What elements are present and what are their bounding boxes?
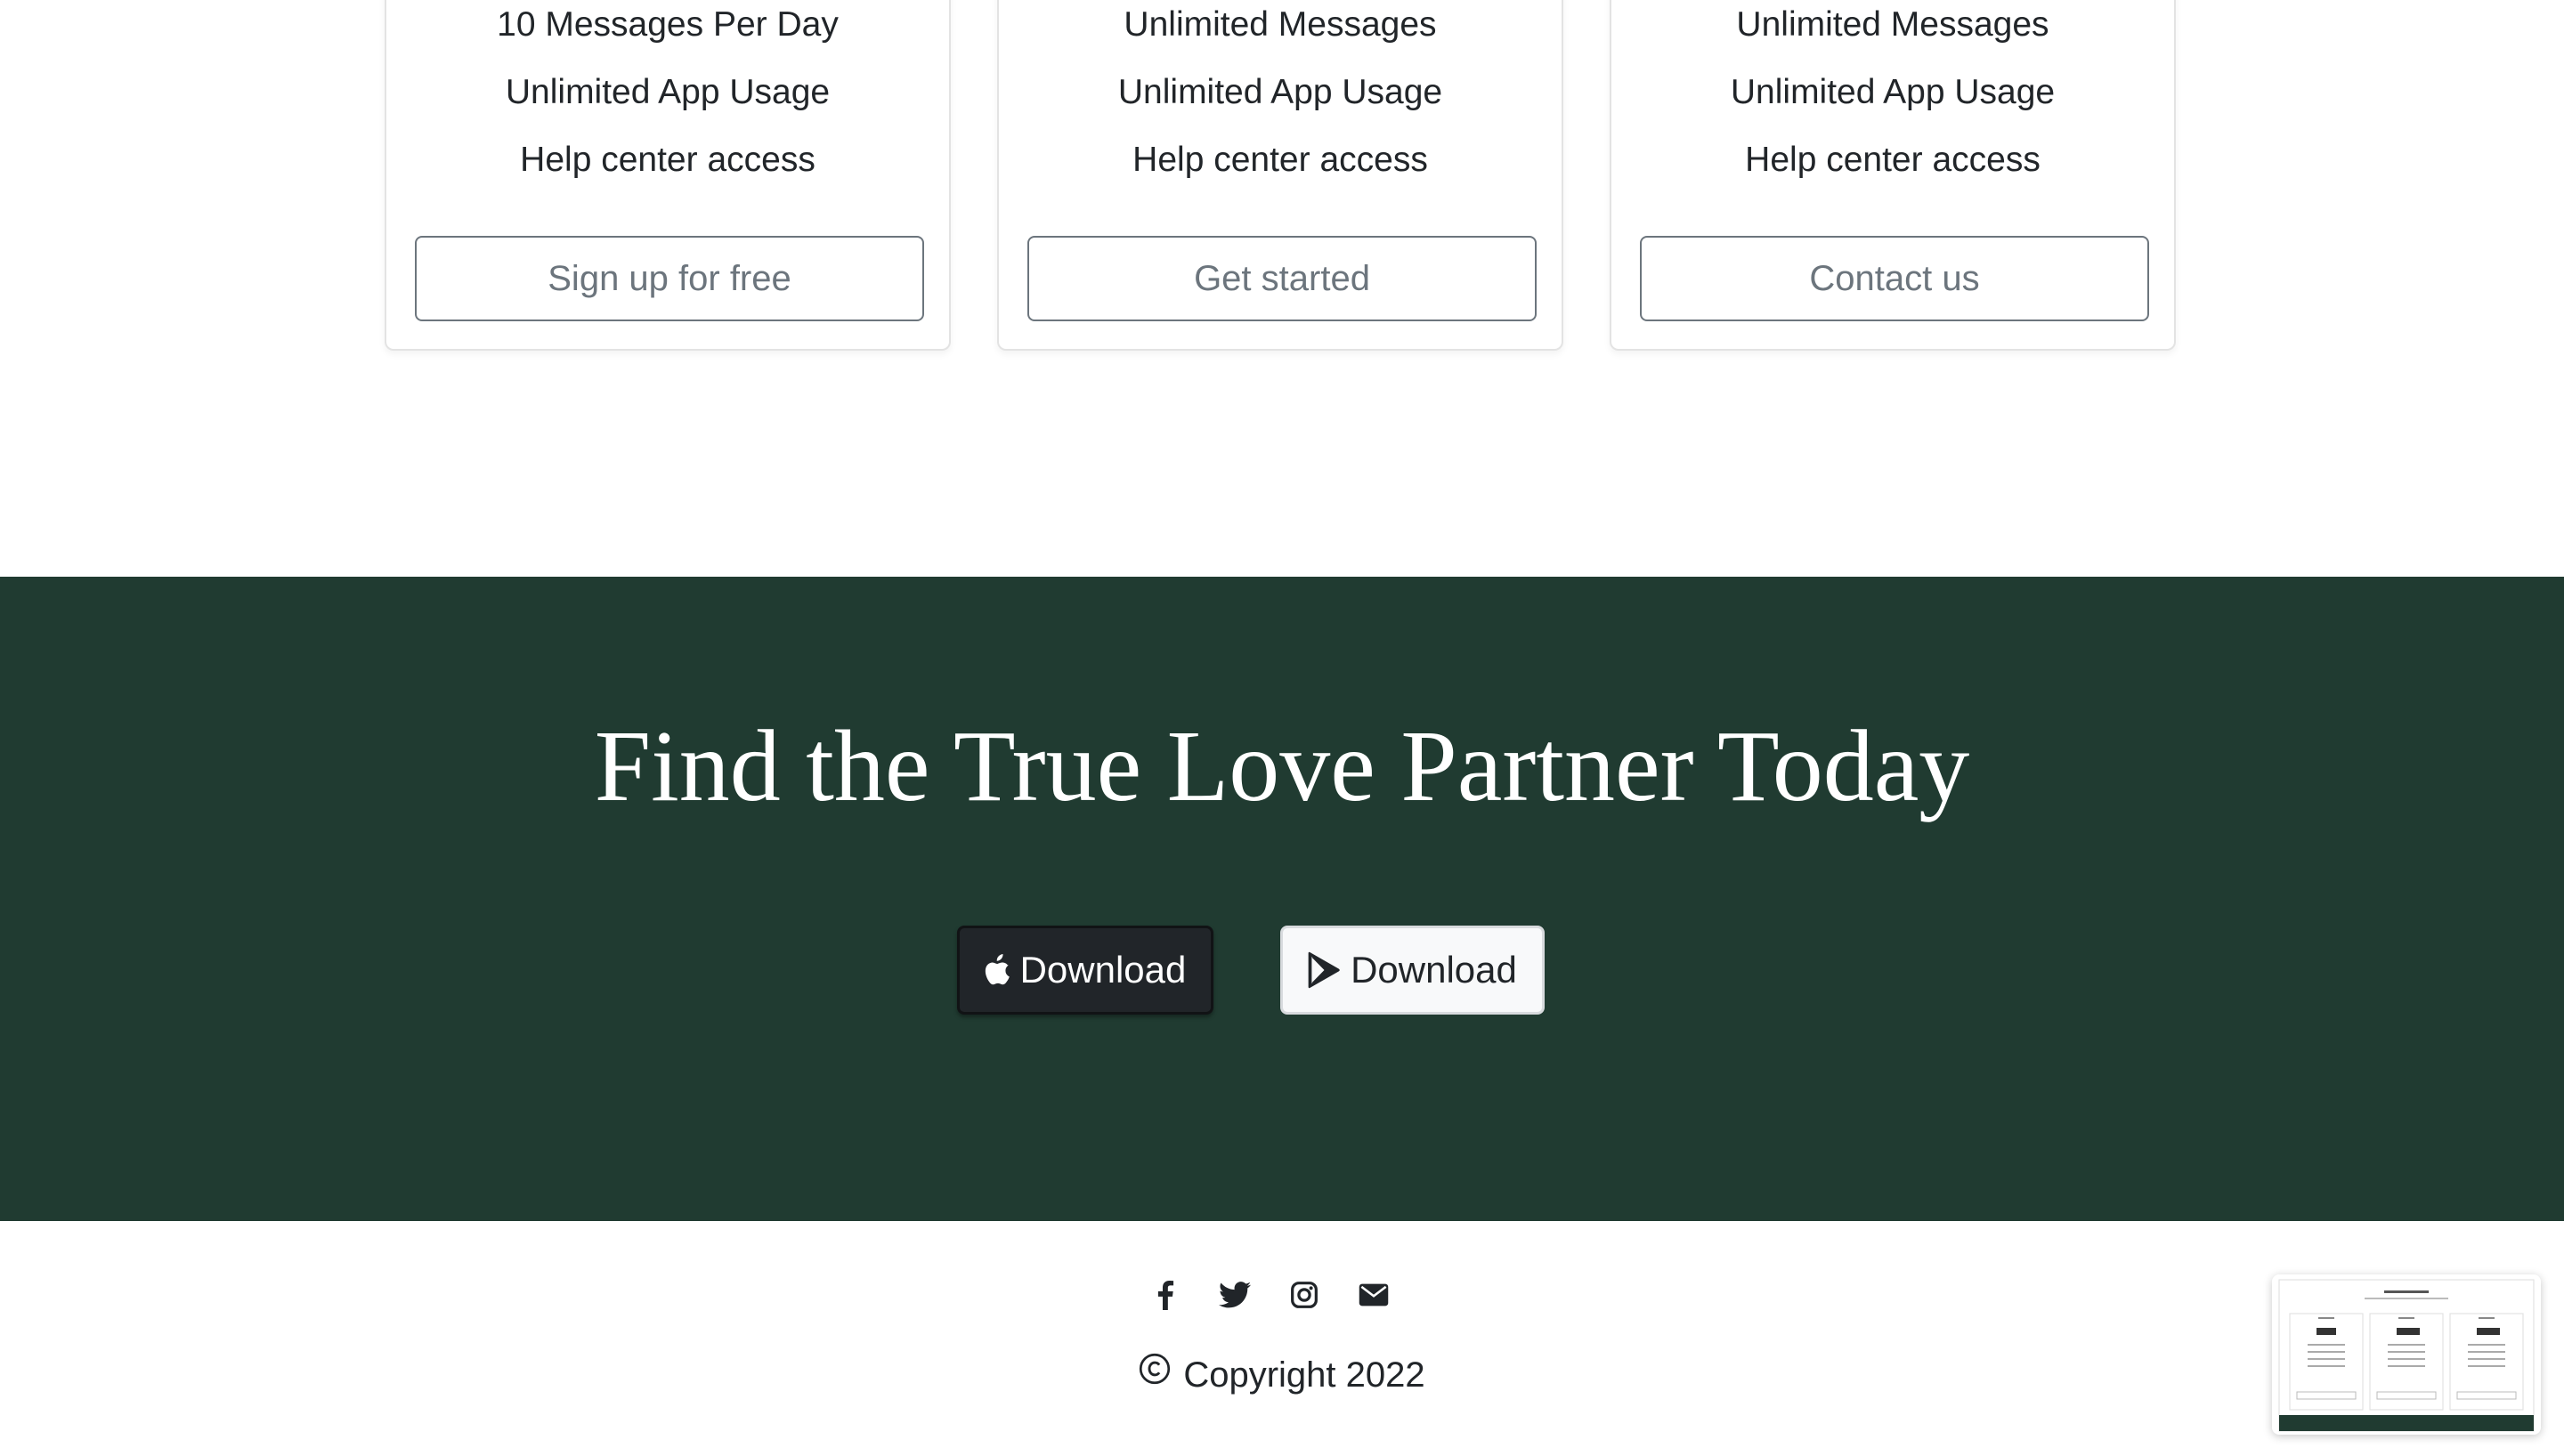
app-store-download-label: Download (1019, 949, 1187, 991)
cta-title: Find the True Love Partner Today (594, 709, 1970, 822)
feature-item: Unlimited Messages (1124, 5, 1437, 44)
page-preview-thumbnail[interactable] (2272, 1274, 2541, 1435)
google-play-icon (1308, 951, 1342, 989)
feature-item: Help center access (520, 141, 815, 179)
copyright-text: Copyright 2022 (1183, 1355, 1425, 1395)
page: 10 Messages Per Day Unlimited App Usage … (0, 0, 2564, 1456)
instagram-icon[interactable] (1287, 1278, 1321, 1312)
feature-item: Help center access (1745, 141, 2041, 179)
feature-item: Help center access (1132, 141, 1428, 179)
pricing-card-pro: Unlimited Messages Unlimited App Usage H… (997, 0, 1563, 351)
social-links (1148, 1278, 1391, 1312)
pricing-section: 10 Messages Per Day Unlimited App Usage … (0, 0, 2564, 577)
sign-up-free-button[interactable]: Sign up for free (415, 236, 924, 321)
cta-section: Find the True Love Partner Today Downloa… (0, 577, 2564, 1221)
copyright-icon (1139, 1351, 1171, 1395)
feature-item: 10 Messages Per Day (497, 5, 839, 44)
google-play-download-button[interactable]: Download (1280, 926, 1545, 1015)
google-play-download-label: Download (1351, 949, 1517, 991)
feature-item: Unlimited App Usage (1117, 73, 1443, 111)
pricing-card-free: 10 Messages Per Day Unlimited App Usage … (385, 0, 951, 351)
twitter-icon[interactable] (1218, 1278, 1252, 1312)
apple-icon (985, 954, 1011, 986)
pricing-card-enterprise: Unlimited Messages Unlimited App Usage H… (1610, 0, 2176, 351)
contact-us-button[interactable]: Contact us (1640, 236, 2149, 321)
envelope-icon[interactable] (1357, 1278, 1391, 1312)
feature-item: Unlimited Messages (1736, 5, 2049, 44)
footer: Copyright 2022 (0, 1221, 2564, 1456)
feature-item: Unlimited App Usage (1730, 73, 2056, 111)
facebook-icon[interactable] (1148, 1278, 1182, 1312)
copyright-line: Copyright 2022 (0, 1353, 2564, 1399)
app-store-download-button[interactable]: Download (957, 926, 1213, 1015)
feature-item: Unlimited App Usage (505, 73, 831, 111)
get-started-button[interactable]: Get started (1027, 236, 1537, 321)
